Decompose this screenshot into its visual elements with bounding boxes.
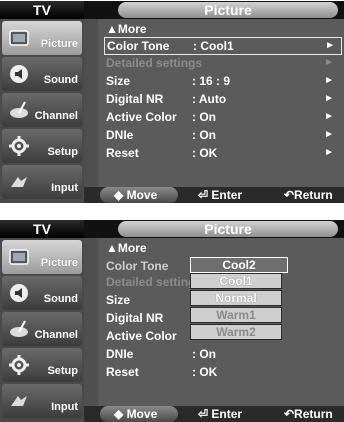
- page-title: Picture: [118, 2, 338, 18]
- dropdown-option[interactable]: Warm2: [190, 324, 282, 340]
- setting-active-color[interactable]: Active Color : On ►: [106, 109, 340, 125]
- tv-header: TV: [0, 1, 84, 19]
- setting-label: Detailed settings: [106, 56, 203, 70]
- sidebar-item-label: Channel: [34, 329, 78, 341]
- setting-value: : Auto: [192, 92, 227, 106]
- arrow-right-icon: ►: [324, 147, 334, 158]
- setting-label: Digital NR: [106, 311, 164, 325]
- arrow-right-icon: ►: [324, 75, 334, 86]
- setting-label: Size: [106, 74, 131, 88]
- sidebar-item-channel[interactable]: Channel: [2, 312, 82, 346]
- setting-label: Detailed setting: [106, 275, 196, 289]
- footer-bar: ◆ Move ⏎ Enter ↶Return: [84, 187, 344, 203]
- setting-label: Digital NR: [106, 92, 164, 106]
- sidebar-item-sound[interactable]: Sound: [2, 276, 82, 310]
- sidebar-item-setup[interactable]: Setup: [2, 129, 82, 163]
- return-hint: ↶Return: [284, 407, 333, 421]
- picture-icon: [9, 249, 29, 265]
- sidebar-item-label: Picture: [40, 38, 78, 50]
- menu-screen-2: TV Picture Sound Channel Setup Input Pic…: [0, 220, 344, 422]
- menu-screen-1: TV Picture Sound Channel Setup Input Pic…: [0, 1, 344, 203]
- return-hint: ↶Return: [284, 188, 333, 202]
- setting-reset[interactable]: Reset : OK ►: [106, 145, 340, 161]
- sidebar-item-label: Input: [51, 182, 78, 194]
- sound-icon: [10, 65, 28, 83]
- sound-icon: [10, 284, 28, 302]
- setting-value: : On: [192, 128, 216, 142]
- setting-label: Reset: [106, 365, 139, 379]
- sidebar-item-label: Setup: [47, 365, 78, 377]
- move-hint: ◆ Move: [114, 188, 158, 202]
- title-bar: Picture: [84, 220, 344, 238]
- setting-value: : On: [192, 347, 216, 361]
- arrow-right-icon: ►: [325, 40, 335, 51]
- setting-label: DNIe: [106, 347, 134, 361]
- arrow-right-icon: ►: [324, 57, 334, 68]
- sidebar-item-label: Sound: [43, 293, 78, 305]
- setup-icon: [9, 136, 29, 156]
- setting-label: DNIe: [106, 128, 134, 142]
- more-label: ▲More: [106, 241, 147, 255]
- arrow-right-icon: ►: [324, 93, 334, 104]
- channel-icon: [10, 101, 28, 118]
- setting-value: : Cool1: [193, 39, 234, 53]
- channel-icon: [10, 320, 28, 337]
- move-hint: ◆ Move: [114, 407, 158, 421]
- setting-value: : OK: [192, 365, 218, 379]
- setting-label: Size: [106, 293, 131, 307]
- sidebar-item-label: Input: [51, 401, 78, 413]
- sidebar-item-input[interactable]: Input: [2, 165, 82, 199]
- color-tone-dropdown: Cool1 Normal Warm1 Warm2: [190, 273, 282, 341]
- main-panel: Picture ▲More Color Tone : Cool1 ► Detai…: [84, 1, 344, 203]
- tv-header: TV: [0, 220, 84, 238]
- more-item[interactable]: ▲More: [106, 21, 340, 37]
- setup-icon: [9, 355, 29, 375]
- sidebar: Picture Sound Channel Setup Input: [0, 19, 84, 203]
- arrow-right-icon: ►: [324, 129, 334, 140]
- setting-digital-nr[interactable]: Digital NR : Auto ►: [106, 91, 340, 107]
- more-item[interactable]: ▲More: [106, 240, 340, 256]
- dropdown-option[interactable]: Warm1: [190, 307, 282, 323]
- color-tone-selected[interactable]: Cool2: [190, 257, 288, 273]
- sidebar-item-label: Setup: [47, 146, 78, 158]
- title-bar: Picture: [84, 1, 344, 19]
- enter-hint: ⏎ Enter: [198, 188, 243, 202]
- setting-dnie[interactable]: DNIe : On: [106, 346, 340, 362]
- sidebar-item-setup[interactable]: Setup: [2, 348, 82, 382]
- sidebar-item-label: Sound: [43, 74, 78, 86]
- input-icon: [11, 396, 27, 406]
- setting-value: : OK: [192, 146, 218, 160]
- sidebar-item-channel[interactable]: Channel: [2, 93, 82, 127]
- setting-label: Color Tone: [106, 259, 169, 273]
- sidebar-item-picture[interactable]: Picture: [2, 21, 82, 55]
- sidebar-item-picture[interactable]: Picture: [2, 240, 82, 274]
- page-title: Picture: [118, 221, 338, 237]
- main-panel: Picture ▲More Color Tone : Detailed sett…: [84, 220, 344, 422]
- dropdown-option[interactable]: Cool1: [190, 273, 282, 289]
- setting-label: Active Color: [106, 110, 177, 124]
- setting-dnie[interactable]: DNIe : On ►: [106, 127, 340, 143]
- setting-size[interactable]: Size : 16 : 9 ►: [106, 73, 340, 89]
- sidebar-item-label: Channel: [34, 110, 78, 122]
- sidebar-item-input[interactable]: Input: [2, 384, 82, 418]
- sidebar-item-label: Picture: [40, 257, 78, 269]
- setting-color-tone[interactable]: Color Tone : Cool1 ►: [104, 37, 342, 55]
- setting-value: : On: [192, 110, 216, 124]
- settings-list: ▲More Color Tone : Cool1 ► Detailed sett…: [98, 19, 344, 187]
- setting-value: : 16 : 9: [192, 74, 231, 88]
- sidebar-item-sound[interactable]: Sound: [2, 57, 82, 91]
- sidebar: Picture Sound Channel Setup Input: [0, 238, 84, 422]
- setting-label: Reset: [106, 146, 139, 160]
- setting-reset[interactable]: Reset : OK: [106, 364, 340, 380]
- arrow-right-icon: ►: [324, 111, 334, 122]
- setting-label: Active Color: [106, 329, 177, 343]
- setting-label: Color Tone: [107, 39, 170, 53]
- more-label: ▲More: [106, 22, 147, 36]
- enter-hint: ⏎ Enter: [198, 407, 243, 421]
- dropdown-option[interactable]: Normal: [190, 290, 282, 306]
- footer-bar: ◆ Move ⏎ Enter ↶Return: [84, 406, 344, 422]
- input-icon: [11, 177, 27, 187]
- picture-icon: [9, 30, 29, 46]
- setting-detailed-settings[interactable]: Detailed settings ►: [106, 55, 340, 71]
